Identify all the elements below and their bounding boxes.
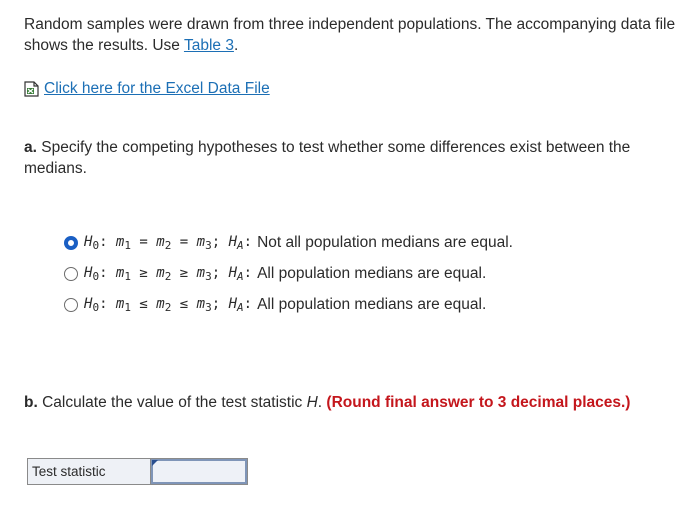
- hypothesis-option-1[interactable]: H0: m1 = m2 = m3; HA: Not all population…: [64, 231, 513, 255]
- radio-button-selected[interactable]: [64, 236, 78, 250]
- alternative-text-1: Not all population medians are equal.: [257, 234, 513, 251]
- test-statistic-label: Test statistic: [28, 459, 151, 484]
- part-a-text: Specify the competing hypotheses to test…: [24, 139, 631, 177]
- hypothesis-option-3[interactable]: H0: m1 ≤ m2 ≤ m3; HA: All population med…: [64, 293, 513, 317]
- excel-data-file-link[interactable]: Click here for the Excel Data File: [44, 80, 270, 98]
- part-b-text: Calculate the value of the test statisti…: [37, 394, 307, 411]
- alternative-text-2: All population medians are equal.: [257, 265, 487, 282]
- excel-data-file-row[interactable]: Click here for the Excel Data File: [24, 78, 270, 100]
- input-flag-icon: [152, 460, 158, 466]
- hypothesis-math-2: H0: m1 ≥ m2 ≥ m3; HA:: [84, 265, 253, 283]
- hypothesis-option-2[interactable]: H0: m1 ≥ m2 ≥ m3; HA: All population med…: [64, 262, 513, 286]
- radio-button[interactable]: [64, 298, 78, 312]
- part-a-prefix: a.: [24, 139, 37, 156]
- statistic-variable: H: [306, 394, 318, 411]
- test-statistic-cell: [151, 459, 247, 484]
- rounding-instruction: (Round final answer to 3 decimal places.…: [326, 394, 631, 411]
- table-3-link[interactable]: Table 3: [184, 37, 234, 54]
- hypotheses-radio-group: H0: m1 = m2 = m3; HA: Not all population…: [64, 231, 513, 324]
- test-statistic-input[interactable]: [151, 459, 247, 484]
- part-a-question: a. Specify the competing hypotheses to t…: [24, 137, 684, 179]
- problem-intro: Random samples were drawn from three ind…: [24, 14, 684, 56]
- alternative-text-3: All population medians are equal.: [257, 296, 487, 313]
- hypothesis-math-3: H0: m1 ≤ m2 ≤ m3; HA:: [84, 296, 253, 314]
- part-b-prefix: b.: [24, 394, 38, 411]
- intro-period: .: [233, 37, 239, 54]
- answer-table: Test statistic: [27, 458, 248, 485]
- radio-button[interactable]: [64, 267, 78, 281]
- part-b-question: b. Calculate the value of the test stati…: [24, 392, 684, 413]
- excel-file-icon: [24, 81, 39, 97]
- intro-text: Random samples were drawn from three ind…: [24, 16, 676, 54]
- hypothesis-math-1: H0: m1 = m2 = m3; HA:: [84, 234, 253, 252]
